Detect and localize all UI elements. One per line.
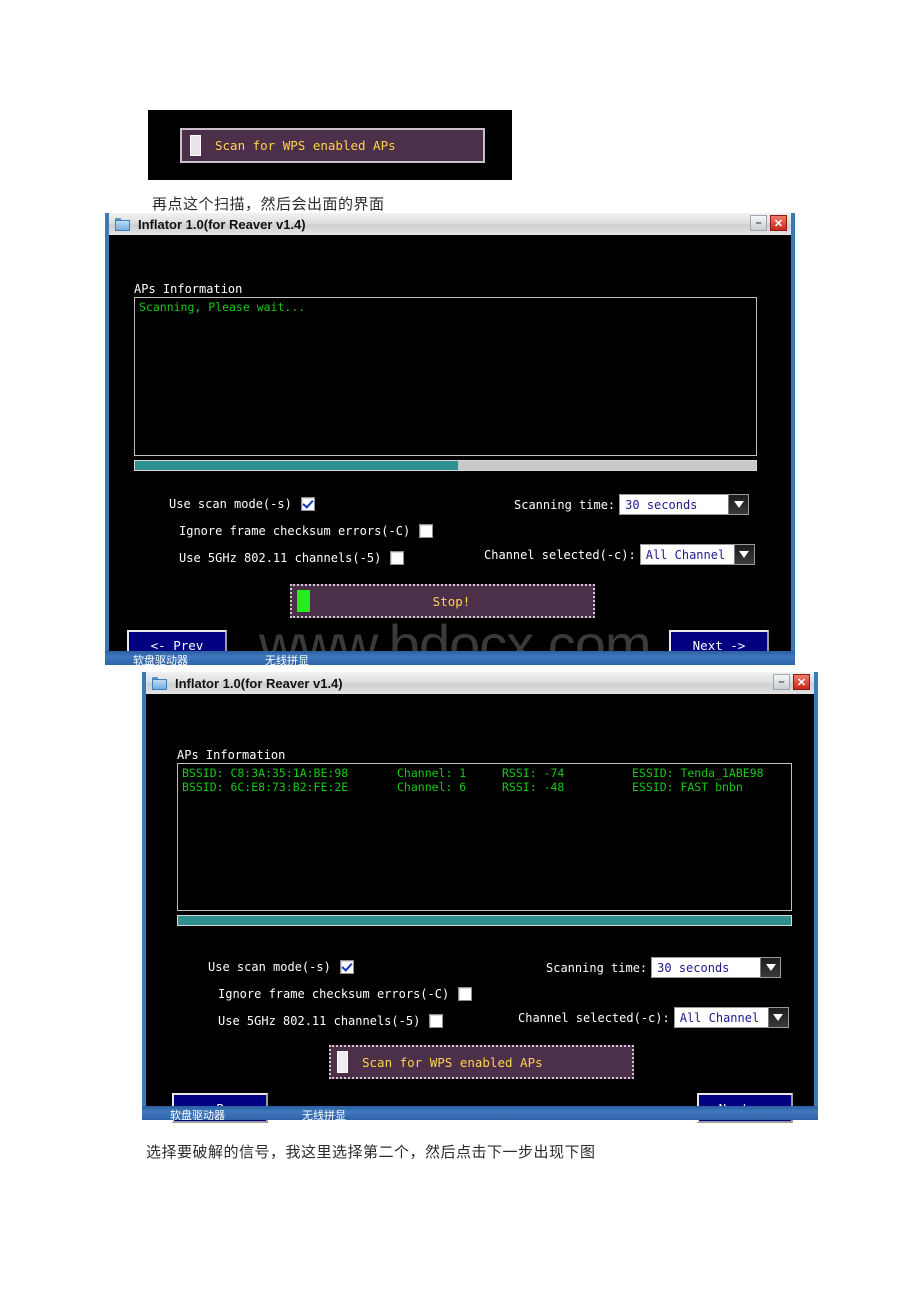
watermark: www.bdocx.com	[259, 613, 652, 676]
window-scanning: Inflator 1.0(for Reaver v1.4) – ✕ APs In…	[105, 213, 795, 676]
ap-rssi: RSSI: -48	[502, 780, 565, 794]
ap-channel: Channel: 1	[397, 766, 467, 780]
taskbar-2: 软盘驱动器 无线拼显	[142, 1106, 818, 1120]
option-5ghz-label: Use 5GHz 802.11 channels(-5)	[179, 551, 382, 565]
scanning-time-label: Scanning time:	[546, 960, 648, 975]
scan-progress-bar	[177, 915, 792, 926]
scanning-time-group: Scanning time: 30 seconds	[546, 957, 782, 978]
aps-results-panel[interactable]: BSSID: C8:3A:35:1A:BE:98 Channel: 1 RSSI…	[177, 763, 792, 911]
aps-status-text: Scanning, Please wait...	[139, 300, 306, 314]
chevron-down-icon[interactable]	[767, 1008, 788, 1027]
ap-essid: ESSID: FAST bnbn	[632, 780, 743, 794]
option-ignore-fcs-label: Ignore frame checksum errors(-C)	[179, 524, 411, 538]
ap-essid: ESSID: Tenda_1ABE98	[632, 766, 764, 780]
taskbar-item-floppy[interactable]: 软盘驱动器	[170, 1107, 225, 1120]
stop-button-label: Stop!	[432, 593, 471, 609]
scan-progress-bar	[134, 460, 757, 471]
caption-first: 再点这个扫描，然后会出面的界面	[152, 195, 385, 213]
aps-information-label: APs Information	[134, 282, 243, 296]
window2-body: APs Information BSSID: C8:3A:35:1A:BE:98…	[146, 694, 814, 1123]
window1-titlebar[interactable]: Inflator 1.0(for Reaver v1.4) – ✕	[109, 213, 791, 235]
aps-information-label: APs Information	[177, 748, 286, 762]
option-5ghz-checkbox[interactable]	[429, 1014, 444, 1028]
option-ignore-fcs-label: Ignore frame checksum errors(-C)	[218, 987, 450, 1001]
channel-selected-group: Channel selected(-c): All Channel	[518, 1007, 789, 1028]
led-green-active-icon	[297, 590, 310, 612]
ap-bssid: BSSID: 6C:E8:73:B2:FE:2E	[182, 780, 349, 794]
ap-list-item[interactable]: BSSID: 6C:E8:73:B2:FE:2E Channel: 6 RSSI…	[182, 780, 787, 794]
window2-title: Inflator 1.0(for Reaver v1.4)	[175, 675, 343, 691]
scanning-time-dropdown[interactable]: 30 seconds	[651, 957, 782, 978]
option-use-scan-mode[interactable]: Use scan mode(-s)	[208, 960, 354, 974]
option-5ghz-label: Use 5GHz 802.11 channels(-5)	[218, 1014, 421, 1028]
option-ignore-fcs-checkbox[interactable]	[458, 987, 473, 1001]
option-5ghz[interactable]: Use 5GHz 802.11 channels(-5)	[218, 1014, 444, 1028]
scanning-time-dropdown[interactable]: 30 seconds	[619, 494, 750, 515]
option-ignore-fcs-checkbox[interactable]	[419, 524, 434, 538]
scanning-time-group: Scanning time: 30 seconds	[514, 494, 750, 515]
scanning-time-value: 30 seconds	[625, 497, 698, 512]
ap-rssi: RSSI: -74	[502, 766, 565, 780]
channel-selected-dropdown[interactable]: All Channel	[639, 544, 755, 565]
scanning-time-label: Scanning time:	[514, 497, 616, 512]
option-use-scan-mode-label: Use scan mode(-s)	[169, 497, 292, 511]
close-button[interactable]: ✕	[770, 215, 787, 231]
option-use-scan-mode[interactable]: Use scan mode(-s)	[169, 497, 315, 511]
stop-button[interactable]: Stop!	[290, 584, 595, 618]
taskbar-1: 软盘驱动器 无线拼显	[105, 651, 795, 665]
chevron-down-icon[interactable]	[760, 958, 781, 977]
option-5ghz[interactable]: Use 5GHz 802.11 channels(-5)	[179, 551, 405, 565]
window-results: Inflator 1.0(for Reaver v1.4) – ✕ APs In…	[142, 672, 818, 1123]
aps-list-panel[interactable]: Scanning, Please wait...	[134, 297, 757, 456]
channel-selected-label: Channel selected(-c):	[484, 547, 636, 562]
channel-selected-label: Channel selected(-c):	[518, 1010, 670, 1025]
close-button[interactable]: ✕	[793, 674, 810, 690]
led-indicator-icon	[190, 135, 201, 156]
folder-icon	[152, 676, 167, 690]
channel-selected-value: All Channel	[679, 1010, 760, 1025]
ap-list-item[interactable]: BSSID: C8:3A:35:1A:BE:98 Channel: 1 RSSI…	[182, 766, 787, 780]
folder-icon	[115, 217, 130, 231]
channel-selected-value: All Channel	[645, 547, 726, 562]
scan-wps-button[interactable]: Scan for WPS enabled APs	[329, 1045, 634, 1079]
ap-channel: Channel: 6	[397, 780, 467, 794]
scan-wps-button-label: Scan for WPS enabled APs	[215, 138, 396, 153]
ap-bssid: BSSID: C8:3A:35:1A:BE:98	[182, 766, 349, 780]
minimize-button[interactable]: –	[750, 215, 767, 231]
taskbar-item-floppy[interactable]: 软盘驱动器	[133, 652, 188, 665]
top-button-strip: Scan for WPS enabled APs	[148, 110, 512, 180]
option-ignore-fcs[interactable]: Ignore frame checksum errors(-C)	[218, 987, 473, 1001]
scan-wps-button-standalone[interactable]: Scan for WPS enabled APs	[180, 128, 485, 163]
taskbar-item-wireless[interactable]: 无线拼显	[302, 1107, 346, 1120]
window2-controls: – ✕	[773, 674, 810, 690]
option-use-scan-mode-checkbox[interactable]	[300, 497, 315, 511]
window1-body: APs Information Scanning, Please wait...…	[109, 235, 791, 676]
chevron-down-icon[interactable]	[728, 495, 749, 514]
window2-titlebar[interactable]: Inflator 1.0(for Reaver v1.4) – ✕	[146, 672, 814, 694]
scan-progress-fill	[178, 916, 791, 925]
window1-controls: – ✕	[750, 215, 787, 231]
option-5ghz-checkbox[interactable]	[390, 551, 405, 565]
scan-wps-button-label: Scan for WPS enabled APs	[362, 1054, 543, 1070]
chevron-down-icon[interactable]	[733, 545, 754, 564]
option-ignore-fcs[interactable]: Ignore frame checksum errors(-C)	[179, 524, 434, 538]
option-use-scan-mode-checkbox[interactable]	[339, 960, 354, 974]
scan-progress-fill	[135, 461, 458, 470]
led-indicator-icon	[337, 1051, 348, 1073]
channel-selected-dropdown[interactable]: All Channel	[673, 1007, 789, 1028]
taskbar-item-wireless[interactable]: 无线拼显	[265, 652, 309, 665]
caption-second: 选择要破解的信号，我这里选择第二个，然后点击下一步出现下图	[146, 1143, 596, 1161]
window1-title: Inflator 1.0(for Reaver v1.4)	[138, 216, 306, 232]
minimize-button[interactable]: –	[773, 674, 790, 690]
option-use-scan-mode-label: Use scan mode(-s)	[208, 960, 331, 974]
scanning-time-value: 30 seconds	[657, 960, 730, 975]
channel-selected-group: Channel selected(-c): All Channel	[484, 544, 755, 565]
